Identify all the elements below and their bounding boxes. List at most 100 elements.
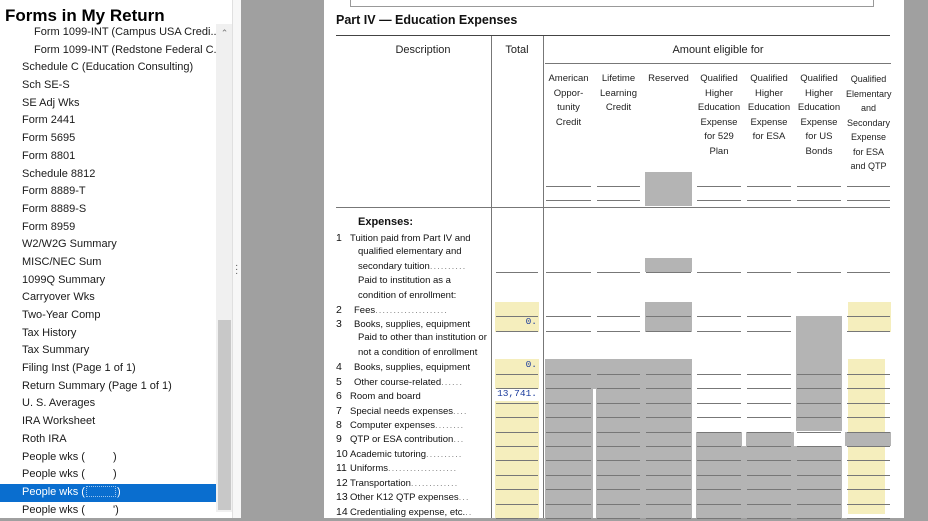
entry-line: [597, 272, 640, 273]
expense-line: Expenses:: [336, 215, 413, 231]
sidebar-item[interactable]: Carryover Wks: [0, 289, 216, 307]
line-label: Other K12 QTP expenses: [350, 492, 459, 503]
splitter-grip-icon[interactable]: · · ·: [235, 261, 238, 279]
scroll-up-icon[interactable]: ⌃: [218, 26, 231, 40]
entry-line: [847, 460, 890, 461]
line4-total[interactable]: 0.: [495, 359, 537, 370]
sidebar-scroll-thumb[interactable]: [218, 320, 231, 510]
entry-line: [646, 388, 691, 389]
entry-line: [797, 518, 841, 519]
header-entry-line: [697, 186, 741, 187]
line-label: secondary tuition: [358, 261, 430, 272]
sidebar-item-label: Carryover Wks: [22, 291, 95, 304]
sidebar-item[interactable]: People wks ('): [0, 502, 216, 518]
sidebar-item[interactable]: People wks (): [0, 449, 216, 467]
sidebar-item[interactable]: People wks (): [0, 483, 216, 502]
line-label: not a condition of enrollment: [358, 347, 478, 358]
line-number: 8: [336, 419, 342, 431]
sidebar-item[interactable]: SE Adj Wks: [0, 95, 216, 113]
sidebar-item-label: Form 2441: [22, 114, 76, 127]
sidebar-item-label: Form 8801: [22, 149, 76, 162]
line3-total[interactable]: 0.: [495, 316, 537, 327]
entry-line: [597, 518, 640, 519]
sidebar-item[interactable]: Filing Inst (Page 1 of 1): [0, 360, 216, 378]
entry-line: [546, 504, 591, 505]
sidebar-item[interactable]: 1099Q Summary: [0, 272, 216, 290]
entry-line: [496, 475, 538, 476]
sidebar-item[interactable]: Form 1099-INT (Redstone Federal C...: [0, 42, 216, 60]
sidebar-item-label: People wks (: [22, 468, 85, 481]
entry-line: [697, 432, 741, 433]
header-entry-line: [697, 200, 741, 201]
expense-line: Paid to other than institution or: [336, 331, 487, 346]
sidebar-item[interactable]: W2/W2G Summary: [0, 236, 216, 254]
entry-line: [797, 388, 841, 389]
sidebar-item[interactable]: Form 8889-T: [0, 183, 216, 201]
shaded-cell: [545, 446, 593, 518]
col-line: [543, 36, 544, 518]
line6-total[interactable]: 13,741.: [495, 388, 537, 399]
entry-line: [646, 272, 691, 273]
entry-line: [597, 489, 640, 490]
pane-splitter[interactable]: [232, 0, 241, 518]
forms-sidebar: Forms in My Return Form 1099-INT (Campus…: [0, 0, 238, 518]
line-number: 10: [336, 448, 348, 460]
sidebar-item[interactable]: People wks (): [0, 466, 216, 484]
entry-line: [546, 518, 591, 519]
entry-line: [496, 489, 538, 490]
entry-line: [646, 504, 691, 505]
entry-line: [546, 316, 591, 317]
entry-line: [546, 475, 591, 476]
total-header: Total: [505, 44, 529, 56]
forms-list: Form 1099-INT (Campus USA Credi... Form 1…: [0, 24, 216, 518]
entry-line: [496, 403, 538, 404]
sidebar-item[interactable]: Tax Summary: [0, 342, 216, 360]
sidebar-item[interactable]: Roth IRA: [0, 431, 216, 449]
entry-line: [697, 460, 741, 461]
sidebar-item-label: Roth IRA: [22, 432, 67, 445]
k12-input-cell[interactable]: [848, 302, 891, 332]
sidebar-item-label: People wks (: [22, 503, 85, 516]
sidebar-item[interactable]: Form 2441: [0, 112, 216, 130]
sidebar-item-suffix: ): [112, 468, 117, 481]
sidebar-item-label: People wks (: [22, 485, 85, 498]
sidebar-item[interactable]: Schedule C (Education Consulting): [0, 59, 216, 77]
entry-line: [697, 475, 741, 476]
entry-line: [747, 446, 791, 447]
sidebar-item-label: W2/W2G Summary: [22, 238, 117, 251]
entry-line: [797, 489, 841, 490]
sidebar-item-suffix: ): [112, 450, 117, 463]
sidebar-item[interactable]: IRA Worksheet: [0, 413, 216, 431]
entry-line: [597, 331, 640, 332]
entry-line: [697, 331, 741, 332]
line-number: 13: [336, 491, 348, 503]
sidebar-item[interactable]: Form 5695: [0, 130, 216, 148]
sidebar-item[interactable]: Two-Year Comp: [0, 307, 216, 325]
expense-line: 13 Other K12 QTP expenses...: [336, 490, 470, 506]
entry-line: [646, 331, 691, 332]
sidebar-item[interactable]: MISC/NEC Sum: [0, 254, 216, 272]
leader-dots: .............: [410, 478, 459, 489]
line-label: Expenses:: [358, 216, 414, 228]
entry-line: [646, 432, 691, 433]
entry-line: [847, 518, 890, 519]
expense-line: 14 Credentialing expense, etc...: [336, 505, 472, 521]
sidebar-item[interactable]: Form 8889-S: [0, 201, 216, 219]
sidebar-item[interactable]: Form 1099-INT (Campus USA Credi...: [0, 24, 216, 42]
sidebar-item[interactable]: Tax History: [0, 325, 216, 343]
leader-dots: ...: [453, 434, 465, 445]
sidebar-item[interactable]: Form 8959: [0, 219, 216, 237]
entry-line: [797, 446, 841, 447]
sidebar-item[interactable]: U. S. Averages: [0, 395, 216, 413]
sidebar-item[interactable]: Sch SE-S: [0, 77, 216, 95]
sidebar-item[interactable]: Form 8801: [0, 148, 216, 166]
expense-line: not a condition of enrollment: [336, 346, 477, 361]
sidebar-item[interactable]: Schedule 8812: [0, 166, 216, 184]
sidebar-item[interactable]: Return Summary (Page 1 of 1): [0, 378, 216, 396]
line-label: Books, supplies, equipment: [354, 319, 471, 330]
leader-dots: ...................: [388, 463, 458, 474]
entry-line: [697, 272, 741, 273]
expense-line: 9 QTP or ESA contribution...: [336, 432, 464, 448]
column-header: American Oppor- tunity Credit: [548, 73, 589, 128]
entry-line: [496, 331, 538, 332]
